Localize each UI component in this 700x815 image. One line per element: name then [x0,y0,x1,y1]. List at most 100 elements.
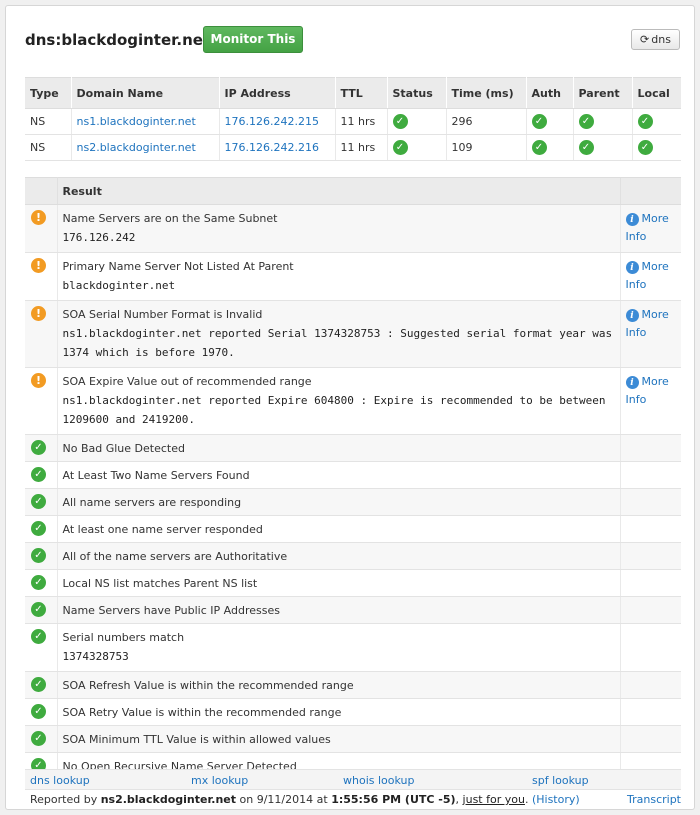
result-status: ✓ [25,488,58,516]
footer-links: dns lookup mx lookup whois lookup spf lo… [25,769,681,790]
check-circle-icon: ✓ [31,677,46,692]
more-info-link[interactable]: More [642,260,669,273]
just-for-you-link[interactable]: just for you [463,793,525,806]
results-icon-header [25,177,58,205]
result-title: SOA Refresh Value is within the recommen… [62,679,354,692]
result-info [619,569,681,597]
result-title: Name Servers have Public IP Addresses [62,604,280,617]
check-circle-icon: ✓ [31,440,46,455]
result-info: i More Info [619,252,681,301]
results-info-header [619,177,681,205]
result-row: ✓ Serial numbers match 1374328753 [25,623,681,672]
result-title: All of the name servers are Authoritativ… [62,550,288,563]
result-message: SOA Minimum TTL Value is within allowed … [57,725,620,753]
ns-table-row: NS ns2.blackdoginter.net 176.126.242.216 11… [25,134,681,161]
info-circle-icon[interactable]: i [625,308,639,322]
result-info: i More Info [619,204,681,253]
dns-refresh-button[interactable]: ⟳ dns [631,29,680,50]
result-title: SOA Minimum TTL Value is within allowed … [62,733,331,746]
spf-lookup-link[interactable]: spf lookup [532,774,589,787]
info-circle-icon[interactable]: i [625,375,639,389]
result-status: ! [25,252,58,301]
result-info: i More Info [619,300,681,368]
name-server-table: Type Domain Name IP Address TTL Status T… [25,77,681,161]
result-title: At least one name server responded [62,523,263,536]
ns-domain-link[interactable]: ns1.blackdoginter.net [77,115,196,128]
check-circle-icon: ✓ [637,114,653,129]
check-circle-icon: ✓ [31,704,46,719]
result-title: All name servers are responding [62,496,242,509]
result-status: ✓ [25,725,58,753]
result-status: ✓ [25,542,58,570]
ns-ttl: 11 hrs [335,134,388,161]
ns-status-cell: ✓ [387,134,447,161]
result-info [619,698,681,726]
col-domain-name: Domain Name [71,77,220,109]
ns-table-header-row: Type Domain Name IP Address TTL Status T… [25,77,681,109]
more-info-link[interactable]: More [642,212,669,225]
more-info-link-2[interactable]: Info [626,230,647,243]
result-row: ✓ Name Servers have Public IP Addresses [25,596,681,624]
more-info-link-2[interactable]: Info [626,326,647,339]
result-row: ✓ SOA Refresh Value is within the recomme… [25,671,681,699]
report-date: on 9/11/2014 at [239,793,328,806]
check-circle-icon: ✓ [31,494,46,509]
result-info [619,542,681,570]
ns-auth-cell: ✓ [526,108,574,135]
exclamation-circle-icon: ! [31,306,46,321]
check-circle-icon: ✓ [31,731,46,746]
result-status: ✓ [25,596,58,624]
col-type: Type [25,77,72,109]
ns-domain-link[interactable]: ns2.blackdoginter.net [77,141,196,154]
ns-ip-link[interactable]: 176.126.242.216 [225,141,319,154]
result-title: No Bad Glue Detected [62,442,185,455]
result-info: i More Info [619,367,681,435]
result-status: ✓ [25,698,58,726]
result-message: SOA Expire Value out of recommended rang… [57,367,620,435]
ns-ip-link[interactable]: 176.126.242.215 [225,115,319,128]
result-detail: ns1.blackdoginter.net reported Serial 13… [62,327,619,359]
result-message: SOA Retry Value is within the recommende… [57,698,620,726]
result-status: ✓ [25,569,58,597]
more-info-link[interactable]: More [642,375,669,388]
result-row: ✓ No Bad Glue Detected [25,434,681,462]
more-info-link-2[interactable]: Info [626,278,647,291]
reporter-name: ns2.blackdoginter.net [100,793,237,806]
transcript-link[interactable]: Transcript [627,793,681,806]
ns-local-cell: ✓ [632,134,681,161]
check-circle-icon: ✓ [31,467,46,482]
report-panel: dns:blackdoginter.net Monitor This ⟳ dns … [5,5,695,810]
info-circle-icon[interactable]: i [625,260,639,274]
ns-time: 296 [446,108,527,135]
exclamation-circle-icon: ! [31,258,46,273]
result-info [619,725,681,753]
result-row: ✓ SOA Retry Value is within the recommend… [25,698,681,726]
result-message: All name servers are responding [57,488,620,516]
col-ttl: TTL [335,77,388,109]
whois-lookup-link[interactable]: whois lookup [343,774,414,787]
result-row: ✓ All name servers are responding [25,488,681,516]
result-info [619,671,681,699]
dns-lookup-link[interactable]: dns lookup [30,774,90,787]
mx-lookup-link[interactable]: mx lookup [191,774,248,787]
result-info [619,596,681,624]
report-time: 1:55:56 PM (UTC -5) [331,793,456,806]
result-status: ✓ [25,671,58,699]
more-info-link-2[interactable]: Info [626,393,647,406]
col-local: Local [632,77,681,109]
col-auth: Auth [526,77,574,109]
col-status: Status [387,77,447,109]
history-link[interactable]: (History) [532,793,580,806]
exclamation-circle-icon: ! [31,210,46,225]
col-ip-address: IP Address [219,77,336,109]
info-circle-icon[interactable]: i [625,212,639,226]
reported-by-label: Reported by [30,793,98,806]
check-circle-icon: ✓ [31,548,46,563]
result-info [619,623,681,672]
monitor-this-button[interactable]: Monitor This [203,26,303,53]
result-message: At Least Two Name Servers Found [57,461,620,489]
result-message: No Bad Glue Detected [57,434,620,462]
result-detail: blackdoginter.net [62,279,176,292]
result-message: Local NS list matches Parent NS list [57,569,620,597]
more-info-link[interactable]: More [642,308,669,321]
